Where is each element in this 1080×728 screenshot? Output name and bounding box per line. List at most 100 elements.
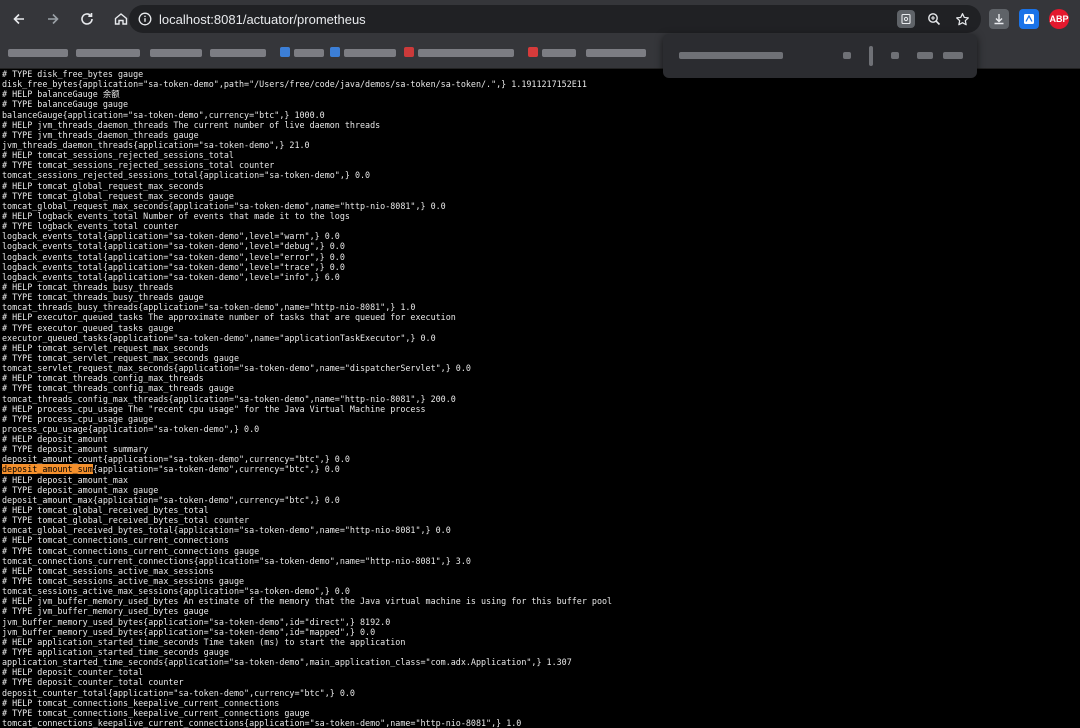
address-bar[interactable]: localhost:8081/actuator/prometheus [129,5,981,33]
metric-line: # HELP jvm_threads_daemon_threads The cu… [2,119,381,130]
star-icon[interactable] [953,10,971,28]
arrow-right-icon [48,13,59,25]
metric-line: # HELP tomcat_connections_keepalive_curr… [2,697,280,708]
bookmark-item[interactable] [294,49,324,57]
metric-line: # TYPE tomcat_global_request_max_seconds… [2,190,234,201]
metric-line: # TYPE tomcat_sessions_active_max_sessio… [2,576,245,587]
metric-line: # HELP tomcat_threads_config_max_threads [2,373,204,384]
metric-line: executor_queued_tasks{application="sa-to… [2,332,436,343]
metric-line: # TYPE tomcat_global_received_bytes_tota… [2,515,250,526]
page-content: # TYPE disk_free_bytes gauge disk_free_by… [2,69,1078,728]
metric-line: # TYPE executor_queued_tasks gauge [2,322,174,333]
metric-line: # HELP balanceGauge 余额 [2,89,120,100]
popup-blurred-text [679,52,783,59]
metric-line: process_cpu_usage{application="sa-token-… [2,423,260,434]
metric-line: deposit_amount_count{application="sa-tok… [2,454,350,465]
metric-line: logback_events_total{application="sa-tok… [2,261,345,272]
metric-line: tomcat_global_received_bytes_total{appli… [2,525,451,536]
metric-line: logback_events_total{application="sa-tok… [2,251,345,262]
metric-line: # TYPE jvm_buffer_memory_used_bytes gaug… [2,606,209,617]
bookmark-favicon-icon [330,47,340,57]
metric-line: # HELP tomcat_threads_busy_threads [2,281,174,292]
bookmark-item[interactable] [344,49,396,57]
metric-line: tomcat_servlet_request_max_seconds{appli… [2,363,471,374]
bookmark-item[interactable] [76,49,140,57]
metric-line: disk_free_bytes{application="sa-token-de… [2,79,587,90]
metric-line: # TYPE tomcat_connections_current_connec… [2,545,260,556]
bookmark-item[interactable] [210,49,266,57]
popup-blurred-text [843,52,851,59]
reload-icon [81,13,93,25]
home-icon [114,13,128,25]
metric-line: # TYPE deposit_counter_total counter [2,677,184,688]
metric-line: # TYPE tomcat_connections_keepalive_curr… [2,707,310,718]
metric-line: # HELP deposit_counter_total [2,667,144,678]
translate-extension-icon[interactable] [1019,9,1039,29]
metric-line: # HELP jvm_buffer_memory_used_bytes An e… [2,596,613,607]
metric-line: logback_events_total{application="sa-tok… [2,241,345,252]
popup-blurred-text [891,52,899,59]
metric-line: tomcat_sessions_active_max_sessions{appl… [2,586,350,597]
metric-line: logback_events_total{application="sa-tok… [2,271,340,282]
bookmark-item[interactable] [586,49,646,57]
metric-line: # TYPE disk_free_bytes gauge [2,69,144,79]
metric-line: tomcat_connections_keepalive_current_con… [2,718,522,728]
bookmark-favicon-icon [280,47,290,57]
search-match-highlight: deposit_amount_sum [2,464,93,475]
forward-button[interactable] [42,8,64,30]
metric-line: # TYPE application_started_time_seconds … [2,647,229,658]
metric-line: # HELP logback_events_total Number of ev… [2,210,350,221]
metric-line: # TYPE jvm_threads_daemon_threads gauge [2,129,199,140]
metric-line: # HELP deposit_amount [2,434,108,445]
metric-line: deposit_amount_sum{application="sa-token… [2,464,340,475]
popup-blurred-text [943,52,963,59]
bookmark-favicon-icon [528,47,538,57]
metric-line: # HELP application_started_time_seconds … [2,636,406,647]
popup-blurred-text [869,46,873,66]
metric-line: # HELP tomcat_global_received_bytes_tota… [2,505,209,516]
metric-line: # TYPE logback_events_total counter [2,221,179,232]
metric-line: # HELP process_cpu_usage The "recent cpu… [2,403,426,414]
bookmark-item[interactable] [418,49,514,57]
metric-line: tomcat_connections_current_connections{a… [2,555,471,566]
metric-line: balanceGauge{application="sa-token-demo"… [2,109,325,120]
adblock-extension-icon[interactable]: ABP [1049,9,1069,29]
metric-line: # HELP tomcat_servlet_request_max_second… [2,342,209,353]
metric-line: tomcat_sessions_rejected_sessions_total{… [2,170,371,181]
download-extension-icon[interactable] [989,9,1009,29]
metric-line: # TYPE tomcat_threads_config_max_threads… [2,383,234,394]
url-text[interactable]: localhost:8081/actuator/prometheus [159,12,366,27]
install-icon[interactable] [897,10,915,28]
metric-line: tomcat_threads_busy_threads{application=… [2,302,416,313]
address-bar-actions [897,5,971,33]
metric-line: # HELP tomcat_connections_current_connec… [2,535,229,546]
bookmark-item[interactable] [542,49,576,57]
metric-line: # TYPE tomcat_threads_busy_threads gauge [2,292,204,303]
arrow-left-icon [13,13,24,25]
popup-blurred-text [917,52,933,59]
bookmark-item[interactable] [8,49,68,57]
metric-line: jvm_buffer_memory_used_bytes{application… [2,626,376,637]
metric-line: # TYPE process_cpu_usage gauge [2,413,154,424]
bookmark-item[interactable] [150,49,202,57]
metric-line: # TYPE tomcat_servlet_request_max_second… [2,352,239,363]
metric-line: # HELP tomcat_global_request_max_seconds [2,180,204,191]
zoom-icon[interactable] [925,10,943,28]
metric-line: # TYPE balanceGauge gauge [2,99,129,110]
bookmark-favicon-icon [404,47,414,57]
metric-line: jvm_buffer_memory_used_bytes{application… [2,616,391,627]
metric-line: # HELP executor_queued_tasks The approxi… [2,312,456,323]
browser-toolbar: localhost:8081/actuator/prometheus ABP [0,0,1080,38]
metric-line: tomcat_global_request_max_seconds{applic… [2,200,446,211]
metric-line: # HELP deposit_amount_max [2,474,129,485]
metric-line: application_started_time_seconds{applica… [2,657,572,668]
metric-line: logback_events_total{application="sa-tok… [2,231,340,242]
site-info-icon[interactable] [137,11,153,27]
reload-button[interactable] [76,8,98,30]
back-button[interactable] [8,8,30,30]
metric-line: # TYPE deposit_amount summary [2,444,149,455]
metric-line: deposit_counter_total{application="sa-to… [2,687,355,698]
metric-line: # HELP tomcat_sessions_active_max_sessio… [2,565,214,576]
metric-line: tomcat_threads_config_max_threads{applic… [2,393,456,404]
metric-line: deposit_amount_max{application="sa-token… [2,494,340,505]
